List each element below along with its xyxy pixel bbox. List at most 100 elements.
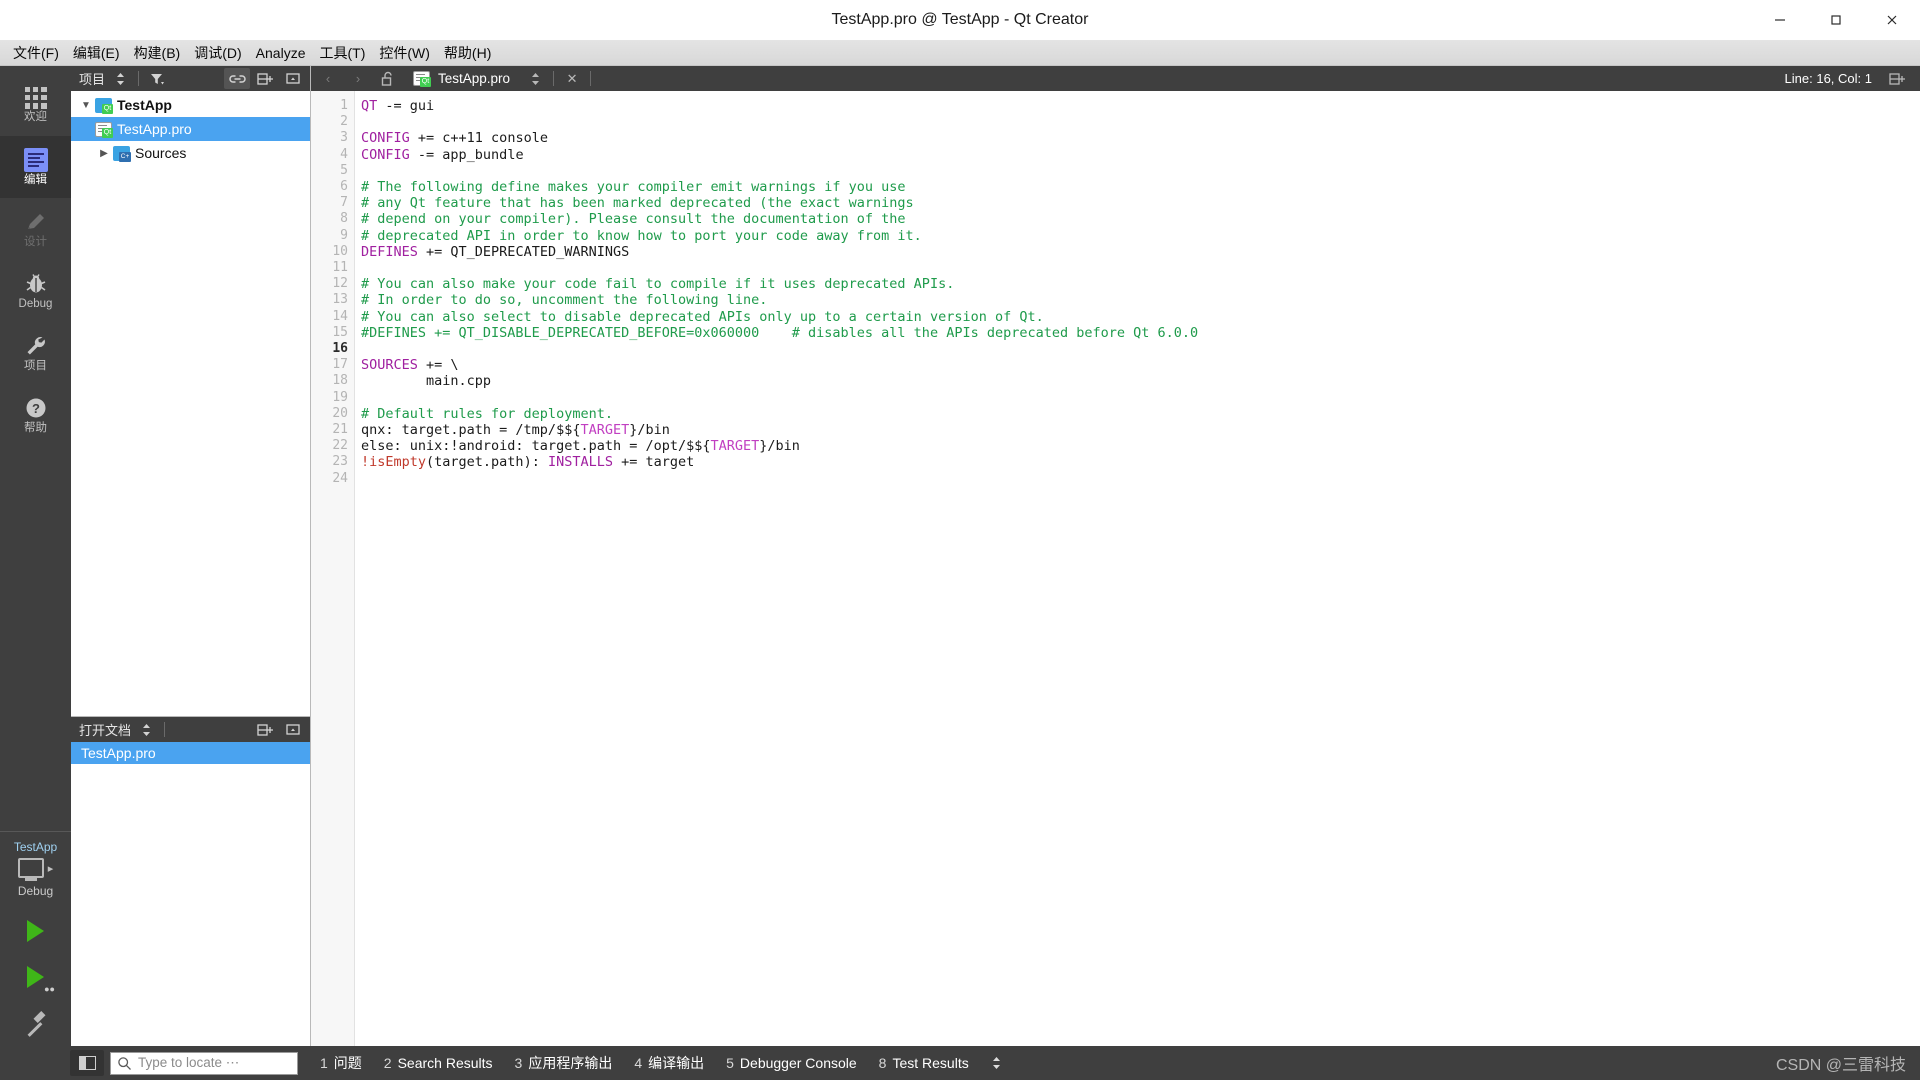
code-line: QT -= gui <box>361 98 435 114</box>
mode-selector-bar: 欢迎 编辑 设计 Debug 项目 ? 帮助 TestApp ▸ Debug ●… <box>0 66 71 1046</box>
unlock-icon[interactable] <box>373 68 403 89</box>
run-button[interactable] <box>0 908 71 954</box>
mode-list: 欢迎 编辑 设计 Debug 项目 ? 帮助 <box>0 66 71 446</box>
line-col-indicator[interactable]: Line: 16, Col: 1 <box>1785 71 1872 86</box>
code-text-area[interactable]: QT -= gui CONFIG += c++11 console CONFIG … <box>355 91 1920 1046</box>
editor-column: ‹ › TestApp.pro ✕ Line: 16, Col: 1 <box>311 66 1920 1046</box>
code-line: else: unix:!android: target.path = /opt/… <box>361 438 800 455</box>
split-panel-icon[interactable] <box>252 68 278 89</box>
menu-analyze[interactable]: Analyze <box>249 42 313 64</box>
pencil-icon <box>24 210 48 234</box>
pane-number: 2 <box>383 1055 392 1071</box>
output-pane-debugger-console[interactable]: 5 Debugger Console <box>726 1055 857 1071</box>
mode-projects[interactable]: 项目 <box>0 322 71 384</box>
code-line: qnx: target.path = /tmp/$${TARGET}/bin <box>361 422 670 439</box>
chevron-right-icon: ▸ <box>47 862 54 875</box>
mode-edit[interactable]: 编辑 <box>0 136 71 198</box>
editor-file-selector[interactable]: TestApp.pro <box>403 71 520 87</box>
line-number: 19 <box>332 389 348 405</box>
code-line: !isEmpty(target.path): INSTALLS += targe… <box>361 454 695 471</box>
open-document-item[interactable]: TestApp.pro <box>71 742 310 764</box>
chevron-right-icon[interactable]: ▶ <box>95 148 113 159</box>
qt-project-folder-icon <box>95 97 113 114</box>
menu-file[interactable]: 文件(F) <box>6 40 66 66</box>
line-number: 13 <box>332 292 348 308</box>
play-icon <box>27 920 44 942</box>
output-pane-compile-output[interactable]: 4 编译输出 <box>634 1053 704 1073</box>
title-bar: TestApp.pro @ TestApp - Qt Creator <box>0 0 1920 40</box>
watermark: CSDN @三雷科技 <box>1775 1057 1906 1074</box>
pane-label: 问题 <box>333 1055 362 1071</box>
editor-file-dropdown-icon[interactable] <box>520 68 550 89</box>
close-panel-icon[interactable] <box>280 68 306 89</box>
search-icon <box>117 1056 132 1071</box>
line-number: 16 <box>332 341 348 357</box>
mode-welcome-label: 欢迎 <box>24 110 47 123</box>
line-number: 21 <box>332 422 348 438</box>
project-tree: ▼ TestApp TestApp.pro ▶ Sources <box>71 91 310 716</box>
navigate-back-button[interactable]: ‹ <box>313 68 343 89</box>
split-editor-icon[interactable] <box>1882 68 1912 89</box>
output-pane-search-results[interactable]: 2 Search Results <box>384 1055 493 1071</box>
output-pane-application-output[interactable]: 3 应用程序输出 <box>515 1053 613 1073</box>
menu-edit[interactable]: 编辑(E) <box>66 40 127 66</box>
panel-selector-icon[interactable] <box>107 68 133 89</box>
play-debug-icon <box>27 966 44 988</box>
code-line: # any Qt feature that has been marked de… <box>361 195 914 212</box>
sync-with-editor-icon[interactable] <box>224 68 250 89</box>
main-area: 欢迎 编辑 设计 Debug 项目 ? 帮助 TestApp ▸ Debug ●… <box>0 66 1920 1046</box>
tree-item-testapp-pro[interactable]: TestApp.pro <box>71 117 310 141</box>
mode-welcome[interactable]: 欢迎 <box>0 74 71 136</box>
menu-tools[interactable]: 工具(T) <box>312 40 372 66</box>
menu-bar: 文件(F) 编辑(E) 构建(B) 调试(D) Analyze 工具(T) 控件… <box>0 40 1920 66</box>
line-number: 3 <box>340 130 348 146</box>
od-panel-selector-icon[interactable] <box>133 719 159 740</box>
build-button[interactable] <box>0 1000 71 1046</box>
code-line: main.cpp <box>361 373 492 390</box>
start-debugging-button[interactable]: ●● <box>0 954 71 1000</box>
pane-number: 4 <box>634 1055 643 1071</box>
od-split-panel-icon[interactable] <box>252 719 278 740</box>
output-pane-more-icon[interactable] <box>991 1056 1002 1070</box>
kit-selector[interactable]: ▸ <box>0 858 71 884</box>
line-number: 10 <box>332 243 348 259</box>
line-number: 1 <box>340 98 348 113</box>
menu-debug[interactable]: 调试(D) <box>187 40 248 66</box>
open-documents-list: TestApp.pro <box>71 742 310 1046</box>
toggle-sidebar-button[interactable] <box>70 1050 104 1076</box>
mode-help[interactable]: ? 帮助 <box>0 384 71 446</box>
line-number: 9 <box>340 227 348 243</box>
locator-input[interactable]: Type to locate ⋯ <box>110 1051 298 1075</box>
output-pane-test-results[interactable]: 8 Test Results <box>879 1055 969 1071</box>
code-line: # deprecated API in order to know how to… <box>361 227 922 244</box>
line-number: 15 <box>332 324 348 340</box>
line-number: 12 <box>332 276 348 292</box>
hammer-icon <box>23 1010 49 1037</box>
od-close-panel-icon[interactable] <box>280 719 306 740</box>
code-line: # Default rules for deployment. <box>361 405 613 422</box>
editor-toolbar-divider-2 <box>590 71 592 86</box>
mode-debug-label: Debug <box>18 297 53 310</box>
menu-help[interactable]: 帮助(H) <box>437 40 498 66</box>
tree-item-sources[interactable]: ▶ Sources <box>71 141 310 165</box>
mode-design[interactable]: 设计 <box>0 198 71 260</box>
mode-debug[interactable]: Debug <box>0 260 71 322</box>
line-number: 7 <box>340 195 348 211</box>
output-pane-issues[interactable]: 1 问题 <box>320 1053 362 1073</box>
tree-item-testapp[interactable]: ▼ TestApp <box>71 93 310 117</box>
menu-build[interactable]: 构建(B) <box>127 40 188 66</box>
pane-number: 3 <box>514 1055 523 1071</box>
line-number: 6 <box>340 179 348 195</box>
line-number-gutter: 1 2 3 4 5 6 7 8 9 10 11 12 13 14 15 16 17 18 19 20 21 22 23 24 <box>311 91 355 1046</box>
filter-icon[interactable] <box>144 68 170 89</box>
chevron-down-icon[interactable]: ▼ <box>77 100 95 111</box>
kit-project-name: TestApp <box>13 840 58 854</box>
project-panel-header: 项目 <box>71 66 310 91</box>
line-number: 18 <box>332 373 348 389</box>
navigate-forward-button[interactable]: › <box>343 68 373 89</box>
menu-window[interactable]: 控件(W) <box>372 40 437 66</box>
close-editor-button[interactable]: ✕ <box>557 68 587 89</box>
pane-number: 8 <box>878 1055 887 1071</box>
